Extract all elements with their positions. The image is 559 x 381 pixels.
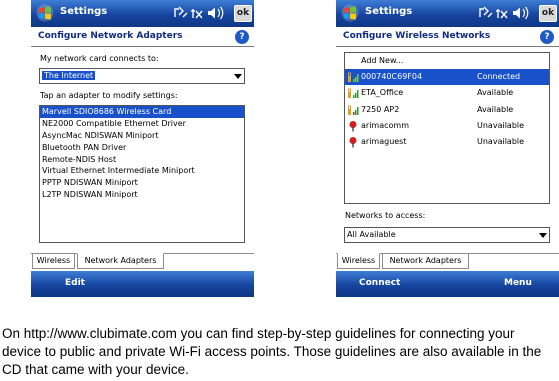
caption-text: On http://www.clubimate.com you can find…: [2, 326, 542, 377]
tab-network-adapters[interactable]: Network Adapters: [77, 253, 164, 269]
page-header: Configure Wireless Networks ?: [336, 27, 559, 47]
network-row[interactable]: arimaguest Unavailable: [345, 134, 549, 150]
network-row[interactable]: arimacomm Unavailable: [345, 118, 549, 134]
connect-softkey[interactable]: Connect: [359, 278, 400, 288]
help-icon[interactable]: ?: [235, 30, 249, 44]
page-title: Configure Wireless Networks: [343, 31, 491, 41]
connects-value: The Internet: [42, 71, 96, 80]
chevron-down-icon: [539, 233, 547, 238]
help-icon[interactable]: ?: [540, 30, 554, 44]
connects-label: My network card connects to:: [40, 54, 159, 63]
soft-key-bar: Edit: [31, 271, 254, 297]
right-screen: Settings ok Configure Wireless Networks …: [336, 0, 559, 297]
network-name: 000740C69F04: [361, 72, 423, 82]
network-name: ETA_Office: [361, 88, 404, 98]
page-title: Configure Network Adapters: [38, 31, 183, 41]
connects-dropdown[interactable]: The Internet: [39, 68, 245, 84]
list-item[interactable]: Remote-NDIS Host: [40, 154, 244, 166]
list-item[interactable]: Virtual Ethernet Intermediate Miniport: [40, 165, 244, 177]
network-status: Unavailable: [477, 136, 525, 146]
window-title: Settings: [365, 6, 413, 17]
network-row[interactable]: ETA_Office Available: [345, 85, 549, 101]
volume-icon: [513, 6, 529, 20]
window-title: Settings: [60, 6, 108, 17]
unavailable-pin-icon: [349, 136, 357, 148]
networks-to-access-value: All Available: [347, 230, 396, 239]
networks-to-access-dropdown[interactable]: All Available: [344, 227, 550, 243]
left-screen: Settings ok Configure Network Adapters ?…: [31, 0, 254, 297]
tab-network-adapters[interactable]: Network Adapters: [382, 254, 469, 269]
secured-signal-icon: [348, 88, 359, 99]
ok-button[interactable]: ok: [539, 5, 557, 22]
adapter-list[interactable]: Marvell SDIO8686 Wireless Card NE2000 Co…: [39, 105, 245, 243]
list-item[interactable]: AsyncMac NDISWAN Miniport: [40, 130, 244, 142]
network-status: Connected: [477, 72, 521, 82]
secured-signal-icon: [348, 105, 359, 115]
connectivity-icon: [479, 6, 493, 18]
tab-wireless[interactable]: Wireless: [337, 253, 380, 269]
start-menu-icon[interactable]: [341, 4, 359, 22]
page-header: Configure Network Adapters ?: [31, 27, 254, 47]
chevron-down-icon: [234, 74, 242, 79]
network-name: 7250 AP2: [361, 104, 400, 114]
list-item[interactable]: L2TP NDISWAN Miniport: [40, 189, 244, 201]
signal-icon: [496, 9, 508, 19]
network-name: arimacomm: [361, 120, 409, 130]
network-status: Available: [477, 104, 514, 114]
list-item[interactable]: NE2000 Compatible Ethernet Driver: [40, 118, 244, 130]
network-name: arimaguest: [361, 136, 407, 146]
wireless-network-list[interactable]: Add New... 000740C69F04 Connected ETA_Of…: [344, 52, 550, 204]
secured-signal-icon: [348, 72, 359, 83]
unavailable-pin-icon: [349, 120, 357, 132]
status-icons[interactable]: [476, 5, 536, 21]
network-status: Unavailable: [477, 120, 525, 130]
menu-softkey[interactable]: Menu: [504, 278, 532, 288]
network-row[interactable]: 7250 AP2 Available: [345, 102, 549, 118]
tab-bar: Wireless Network Adapters: [31, 253, 254, 269]
list-item[interactable]: PPTP NDISWAN Miniport: [40, 177, 244, 189]
tap-adapter-label: Tap an adapter to modify settings:: [40, 91, 178, 100]
add-new-item[interactable]: Add New...: [345, 53, 549, 69]
soft-key-bar: Connect Menu: [336, 271, 559, 297]
list-item[interactable]: Marvell SDIO8686 Wireless Card: [40, 106, 244, 118]
title-bar: Settings ok: [31, 0, 254, 27]
ok-button[interactable]: ok: [234, 5, 252, 22]
network-status: Available: [477, 88, 514, 98]
add-new-label: Add New...: [361, 56, 404, 65]
network-row[interactable]: 000740C69F04 Connected: [345, 69, 549, 86]
edit-softkey[interactable]: Edit: [65, 278, 85, 288]
volume-icon: [208, 6, 224, 20]
status-icons[interactable]: [171, 5, 231, 21]
tab-bar: Wireless Network Adapters: [336, 253, 559, 269]
connectivity-icon: [174, 6, 188, 18]
networks-to-access-label: Networks to access:: [345, 211, 426, 220]
tab-wireless[interactable]: Wireless: [32, 254, 75, 269]
title-bar: Settings ok: [336, 0, 559, 27]
signal-icon: [191, 9, 203, 19]
start-menu-icon[interactable]: [36, 4, 54, 22]
list-item[interactable]: Bluetooth PAN Driver: [40, 142, 244, 154]
